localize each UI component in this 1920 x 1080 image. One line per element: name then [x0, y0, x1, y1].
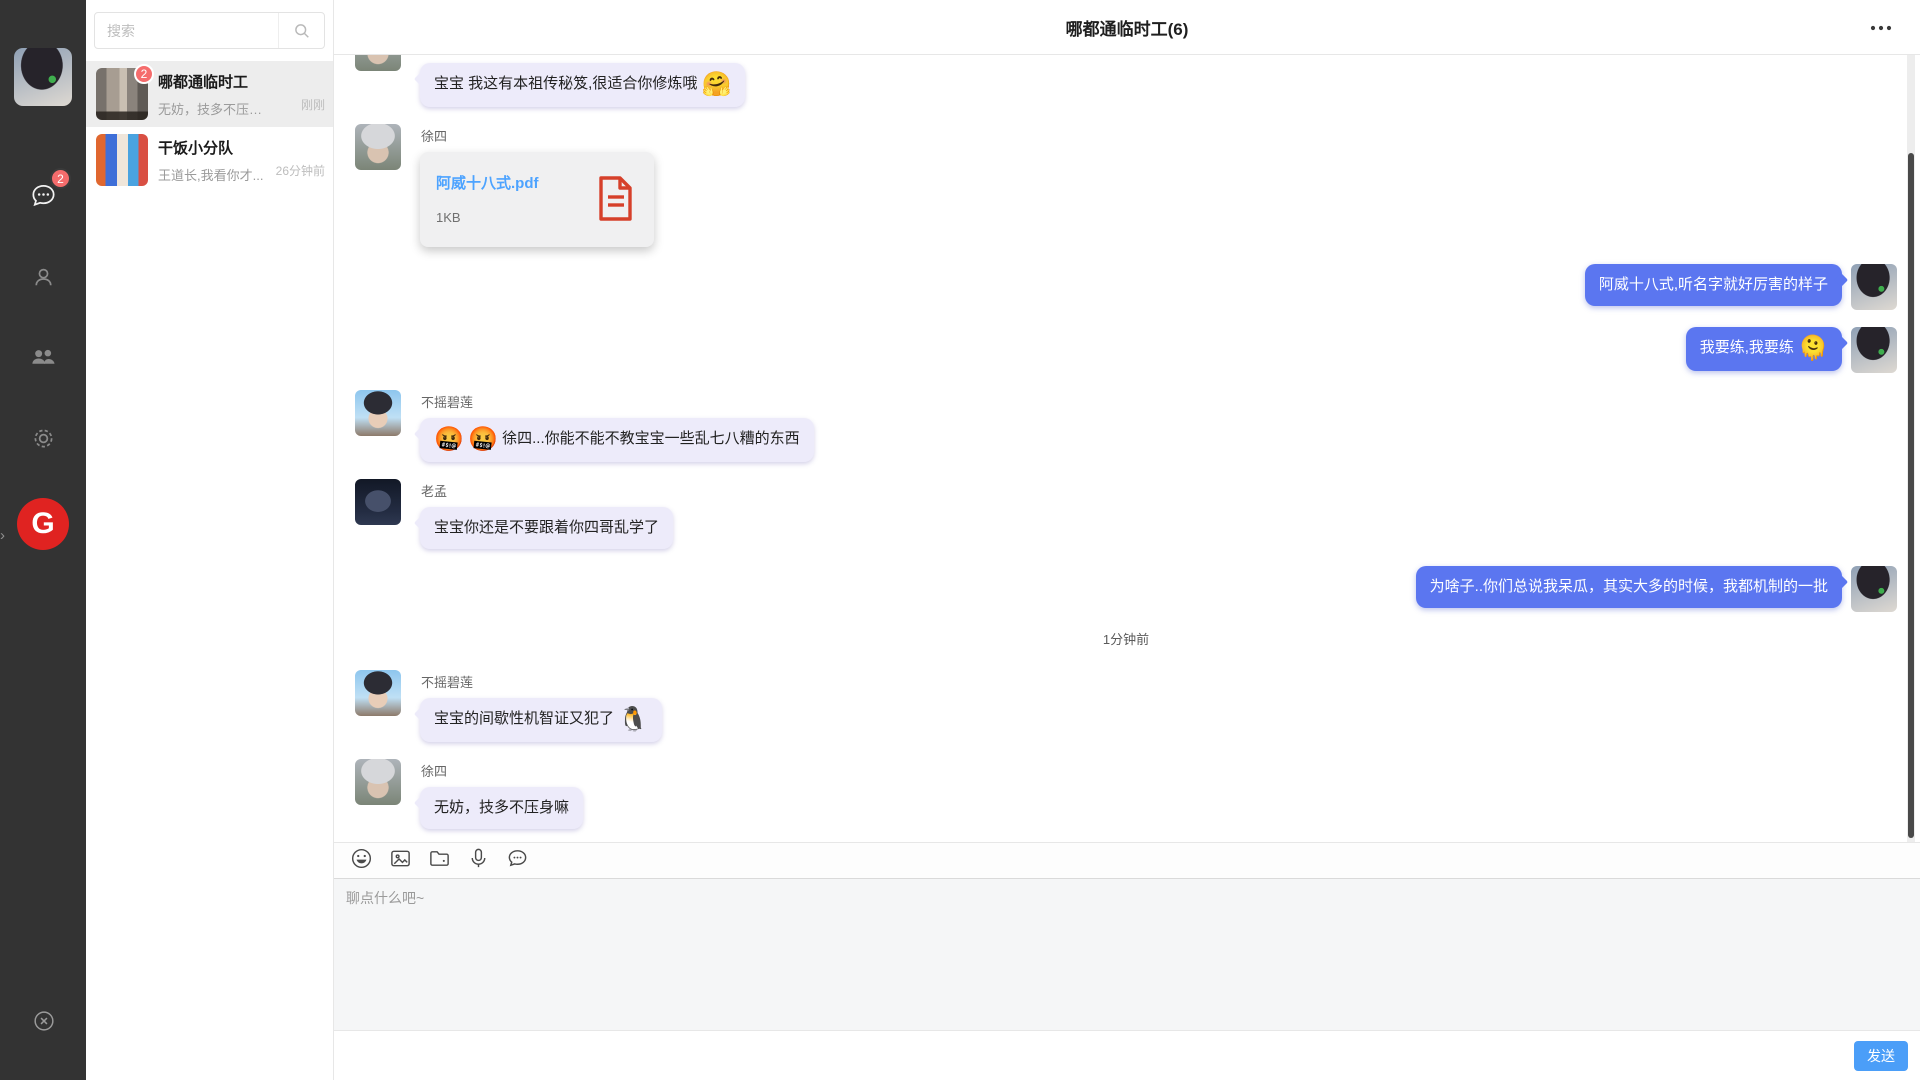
message-body: 不摇碧莲宝宝的间歇性机智证又犯了 🐧 [420, 670, 662, 742]
emoji-glyph: 🤬 [434, 426, 464, 453]
nav-chat[interactable]: 2 [0, 176, 86, 220]
sender-name: 徐四 [421, 126, 447, 145]
sender-avatar[interactable] [1851, 566, 1897, 612]
message-scroll-area: 宝宝 我这有本祖传秘笈,很适合你修炼哦 🤗徐四阿威十八式.pdf1KB阿威十八式… [334, 55, 1920, 842]
tool-emoji[interactable] [348, 848, 374, 874]
message-row: 阿威十八式,听名字就好厉害的样子 [355, 264, 1897, 310]
nav-contacts[interactable] [0, 258, 86, 302]
message-row: 为啥子..你们总说我呆瓜，其实大多的时候，我都机制的一批 [355, 566, 1897, 612]
message-bubble[interactable]: 宝宝的间歇性机智证又犯了 🐧 [420, 698, 662, 742]
groups-icon [29, 343, 58, 377]
composer-footer: 发送 [334, 1030, 1920, 1080]
tool-mic[interactable] [465, 848, 491, 874]
sender-avatar[interactable] [355, 479, 401, 525]
message-bubble[interactable]: 宝宝你还是不要跟着你四哥乱学了 [420, 507, 673, 549]
message-row: 宝宝 我这有本祖传秘笈,很适合你修炼哦 🤗 [355, 63, 1897, 107]
message-bubble[interactable]: 🤬 🤬 徐四...你能不能不教宝宝一些乱七八糟的东西 [420, 418, 814, 462]
conversation-avatar [96, 134, 148, 186]
sender-name: 徐四 [421, 761, 447, 780]
conversation-time: 刚刚 [301, 96, 325, 113]
contacts-icon [30, 264, 57, 296]
collapse-handle-icon[interactable]: › [0, 528, 5, 543]
message-row: 我要练,我要练 🫠 [355, 327, 1897, 373]
message-row: 徐四无妨，技多不压身嘛 [355, 759, 1897, 829]
emoji-glyph: 🐧 [618, 706, 648, 733]
message-row: 徐四阿威十八式.pdf1KB [355, 124, 1897, 247]
nav-settings[interactable] [0, 419, 86, 463]
message-bubble[interactable]: 无妨，技多不压身嘛 [420, 787, 583, 829]
sender-name: 老孟 [421, 481, 447, 500]
mic-icon [467, 847, 490, 875]
emoji-glyph: 🤗 [702, 71, 732, 98]
scrollbar-track [1907, 55, 1915, 842]
message-bubble[interactable]: 阿威十八式,听名字就好厉害的样子 [1585, 264, 1842, 306]
unread-badge: 2 [50, 168, 71, 189]
conversation-title: 哪都通临时工 [158, 71, 327, 92]
image-icon [389, 847, 412, 875]
search-icon[interactable] [278, 13, 324, 48]
message-body: 不摇碧莲 🤬 🤬 徐四...你能不能不教宝宝一些乱七八糟的东西 [420, 390, 814, 462]
message-input[interactable]: 聊点什么吧~ [334, 879, 1920, 1030]
message-bubble[interactable]: 为啥子..你们总说我呆瓜，其实大多的时候，我都机制的一批 [1416, 566, 1842, 608]
message-body: 我要练,我要练 🫠 [1686, 327, 1842, 371]
message-input-placeholder: 聊点什么吧~ [346, 890, 424, 906]
send-button[interactable]: 发送 [1854, 1041, 1908, 1071]
sender-name: 不摇碧莲 [421, 672, 473, 691]
message-body: 徐四阿威十八式.pdf1KB [420, 124, 654, 247]
composer-toolbar [334, 843, 1920, 879]
sender-avatar[interactable] [355, 670, 401, 716]
chat-header: 哪都通临时工(6) [334, 0, 1920, 55]
message-bubble[interactable]: 宝宝 我这有本祖传秘笈,很适合你修炼哦 🤗 [420, 63, 745, 107]
emoji-glyph: 🫠 [1798, 335, 1828, 362]
sender-avatar[interactable] [355, 390, 401, 436]
sender-avatar[interactable] [355, 124, 401, 170]
tool-chat[interactable] [504, 848, 530, 874]
app-window: 2 G › 搜索 2哪都通临时工无妨，技多不压身嘛刚刚干饭小分队王道长,我看你才… [0, 0, 1920, 1080]
sender-avatar[interactable] [355, 759, 401, 805]
sender-name: 不摇碧莲 [421, 392, 473, 411]
file-attachment-card[interactable]: 阿威十八式.pdf1KB [420, 152, 654, 247]
conversation-list-panel: 搜索 2哪都通临时工无妨，技多不压身嘛刚刚干饭小分队王道长,我看你才...26分… [86, 0, 334, 1080]
chat-title: 哪都通临时工(6) [1066, 15, 1189, 40]
message-row: 不摇碧莲 🤬 🤬 徐四...你能不能不教宝宝一些乱七八糟的东西 [355, 390, 1897, 462]
current-user-avatar[interactable] [14, 48, 72, 106]
timestamp-divider: 1分钟前 [355, 629, 1897, 648]
conversation-item[interactable]: 2哪都通临时工无妨，技多不压身嘛刚刚 [86, 61, 333, 127]
emoji-glyph: 🤬 [468, 426, 498, 453]
tool-folder[interactable] [426, 848, 452, 874]
more-menu-icon[interactable] [1868, 12, 1894, 42]
unread-badge: 2 [134, 64, 154, 84]
conversation-title: 干饭小分队 [158, 137, 327, 158]
sender-avatar[interactable] [1851, 264, 1897, 310]
tool-image[interactable] [387, 848, 413, 874]
message-body: 老孟宝宝你还是不要跟着你四哥乱学了 [420, 479, 673, 549]
message-row: 老孟宝宝你还是不要跟着你四哥乱学了 [355, 479, 1897, 549]
message-body: 为啥子..你们总说我呆瓜，其实大多的时候，我都机制的一批 [1416, 566, 1842, 608]
search-input[interactable]: 搜索 [94, 12, 325, 49]
sender-avatar[interactable] [355, 55, 401, 71]
logout-icon[interactable] [31, 1008, 57, 1039]
message-body: 宝宝 我这有本祖传秘笈,很适合你修炼哦 🤗 [420, 63, 745, 107]
conversation-items: 2哪都通临时工无妨，技多不压身嘛刚刚干饭小分队王道长,我看你才...26分钟前 [86, 61, 333, 193]
folder-icon [428, 847, 451, 875]
app-logo[interactable]: G [17, 498, 69, 550]
composer: 聊点什么吧~ 发送 [334, 842, 1920, 1080]
pdf-file-icon [597, 176, 634, 226]
message-body: 阿威十八式,听名字就好厉害的样子 [1585, 264, 1842, 306]
scrollbar-thumb[interactable] [1908, 153, 1914, 838]
sender-avatar[interactable] [1851, 327, 1897, 373]
chat-dots-icon [506, 847, 529, 875]
chat-main: 哪都通临时工(6) 宝宝 我这有本祖传秘笈,很适合你修炼哦 🤗徐四阿威十八式.p… [334, 0, 1920, 1080]
settings-icon [30, 425, 57, 457]
search-row: 搜索 [86, 0, 333, 61]
nav-sidebar: 2 G [0, 0, 86, 1080]
message-bubble[interactable]: 我要练,我要练 🫠 [1686, 327, 1842, 371]
nav-groups[interactable] [0, 338, 86, 382]
emoji-icon [350, 847, 373, 875]
message-row: 不摇碧莲宝宝的间歇性机智证又犯了 🐧 [355, 670, 1897, 742]
search-placeholder: 搜索 [95, 21, 278, 41]
message-body: 徐四无妨，技多不压身嘛 [420, 759, 583, 829]
conversation-time: 26分钟前 [276, 162, 325, 179]
conversation-item[interactable]: 干饭小分队王道长,我看你才...26分钟前 [86, 127, 333, 193]
